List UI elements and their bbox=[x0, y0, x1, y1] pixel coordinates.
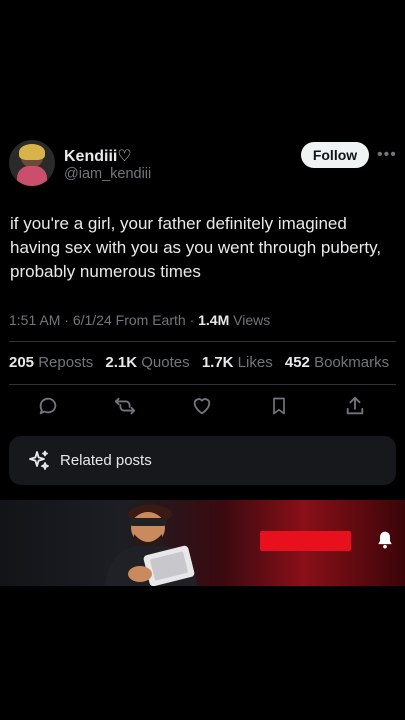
character-illustration bbox=[105, 505, 197, 586]
divider bbox=[9, 341, 396, 342]
views-count: 1.4M bbox=[198, 312, 230, 328]
like-icon[interactable] bbox=[189, 393, 215, 419]
share-icon[interactable] bbox=[342, 393, 368, 419]
bookmark-icon[interactable] bbox=[266, 393, 292, 419]
reposts-stat[interactable]: 205 Reposts bbox=[9, 354, 93, 371]
tweet-source: From Earth bbox=[115, 312, 186, 328]
tweet-meta: 1:51 AM · 6/1/24 From Earth · 1.4M Views bbox=[9, 312, 270, 328]
related-posts-label: Related posts bbox=[60, 452, 152, 469]
video-thumbnail[interactable] bbox=[0, 500, 405, 586]
related-posts-button[interactable]: Related posts bbox=[9, 436, 396, 485]
author-handle[interactable]: @iam_kendiii bbox=[64, 166, 151, 182]
meta-separator: · bbox=[64, 312, 69, 328]
avatar[interactable] bbox=[9, 140, 55, 186]
follow-button[interactable]: Follow bbox=[301, 142, 369, 168]
more-options-icon[interactable]: ••• bbox=[377, 146, 397, 164]
bell-icon[interactable] bbox=[375, 530, 395, 555]
bookmarks-stat[interactable]: 452 Bookmarks bbox=[285, 354, 389, 371]
engagement-stats: 205 Reposts 2.1K Quotes 1.7K Likes 452 B… bbox=[9, 354, 389, 371]
repost-icon[interactable] bbox=[112, 393, 138, 419]
author-name[interactable]: Kendiii♡ bbox=[64, 146, 132, 166]
quotes-stat[interactable]: 2.1K Quotes bbox=[105, 354, 189, 371]
tweet-date: 6/1/24 bbox=[72, 312, 112, 328]
tweet-time: 1:51 AM bbox=[9, 312, 61, 328]
sparkle-icon bbox=[26, 448, 52, 474]
likes-stat[interactable]: 1.7K Likes bbox=[202, 354, 273, 371]
reply-icon[interactable] bbox=[35, 393, 61, 419]
views-label: Views bbox=[233, 312, 271, 328]
subscribe-bar bbox=[260, 531, 351, 551]
divider bbox=[9, 384, 396, 385]
meta-separator: · bbox=[189, 312, 195, 328]
tweet-text: if you're a girl, your father definitely… bbox=[10, 214, 382, 281]
